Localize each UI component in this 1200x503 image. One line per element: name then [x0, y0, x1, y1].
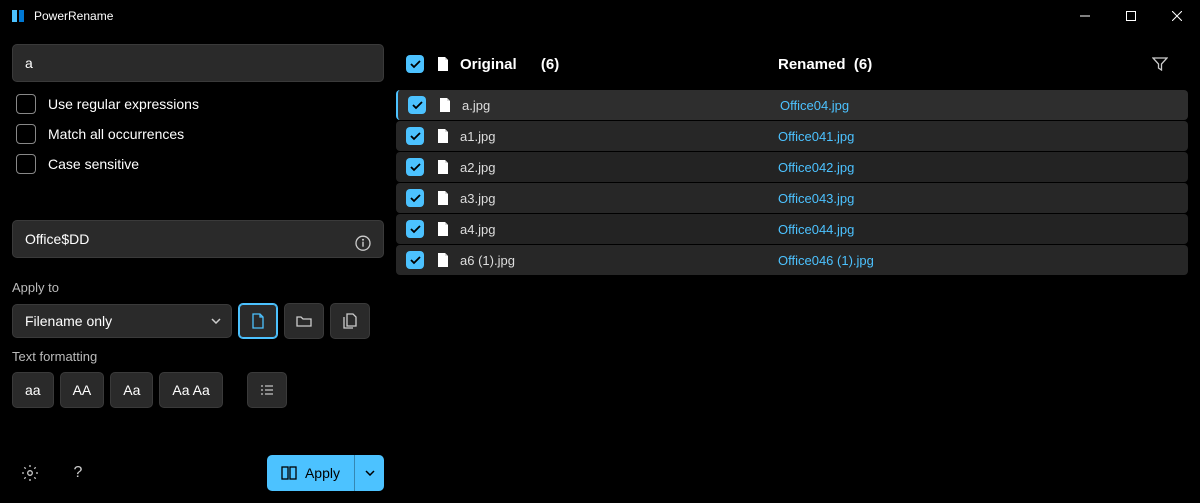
option-case-sensitive[interactable]: Case sensitive — [12, 154, 384, 174]
table-row[interactable]: a4.jpg Office044.jpg — [396, 214, 1188, 244]
help-button[interactable]: ? — [60, 455, 96, 491]
apply-button-dropdown[interactable] — [354, 455, 384, 491]
include-subfolders-toggle[interactable] — [330, 303, 370, 339]
enumerate-toggle[interactable] — [247, 372, 287, 408]
apply-to-value: Filename only — [25, 313, 112, 329]
file-renamed-name: Office041.jpg — [778, 129, 1178, 144]
include-folders-toggle[interactable] — [284, 303, 324, 339]
file-icon — [436, 128, 450, 144]
window-controls — [1062, 0, 1200, 32]
chevron-down-icon — [211, 318, 221, 324]
table-row[interactable]: a.jpg Office04.jpg — [396, 90, 1188, 120]
minimize-button[interactable] — [1062, 0, 1108, 32]
file-renamed-name: Office043.jpg — [778, 191, 1178, 206]
filter-button[interactable] — [1142, 57, 1178, 71]
file-original-name: a.jpg — [462, 98, 490, 113]
case-sensitive-checkbox[interactable] — [16, 154, 36, 174]
regex-checkbox[interactable] — [16, 94, 36, 114]
table-row[interactable]: a3.jpg Office043.jpg — [396, 183, 1188, 213]
chevron-down-icon — [365, 470, 375, 476]
include-files-toggle[interactable] — [238, 303, 278, 339]
app-title: PowerRename — [34, 9, 113, 23]
regex-label: Use regular expressions — [48, 96, 199, 112]
text-formatting-label: Text formatting — [12, 349, 384, 364]
table-header: Original (6) Renamed (6) — [396, 44, 1188, 84]
case-sensitive-label: Case sensitive — [48, 156, 139, 172]
file-icon — [436, 252, 450, 268]
file-icon — [251, 313, 265, 329]
row-checkbox[interactable] — [406, 158, 424, 176]
match-all-label: Match all occurrences — [48, 126, 184, 142]
file-icon — [436, 190, 450, 206]
settings-button[interactable] — [12, 455, 48, 491]
format-capitalize[interactable]: Aa Aa — [159, 372, 222, 408]
enumerate-icon — [259, 383, 275, 397]
file-stack-icon — [343, 313, 357, 329]
table-row[interactable]: a2.jpg Office042.jpg — [396, 152, 1188, 182]
select-all-checkbox[interactable] — [406, 55, 424, 73]
maximize-button[interactable] — [1108, 0, 1154, 32]
table-row[interactable]: a1.jpg Office041.jpg — [396, 121, 1188, 151]
renamed-header: Renamed — [778, 56, 846, 73]
file-icon — [436, 221, 450, 237]
row-checkbox[interactable] — [408, 96, 426, 114]
file-icon — [436, 56, 450, 72]
folder-icon — [296, 314, 312, 328]
app-icon — [10, 8, 26, 24]
file-icon — [438, 97, 452, 113]
file-renamed-name: Office046 (1).jpg — [778, 253, 1178, 268]
row-checkbox[interactable] — [406, 189, 424, 207]
file-original-name: a3.jpg — [460, 191, 495, 206]
file-renamed-name: Office044.jpg — [778, 222, 1178, 237]
option-match-all[interactable]: Match all occurrences — [12, 124, 384, 144]
apply-button-label: Apply — [305, 465, 340, 481]
file-original-name: a2.jpg — [460, 160, 495, 175]
option-regex[interactable]: Use regular expressions — [12, 94, 384, 114]
file-icon — [436, 159, 450, 175]
file-original-name: a4.jpg — [460, 222, 495, 237]
filter-icon — [1152, 57, 1168, 71]
search-input[interactable] — [12, 44, 384, 82]
original-count: (6) — [541, 56, 559, 73]
close-button[interactable] — [1154, 0, 1200, 32]
format-titlecase[interactable]: Aa — [110, 372, 153, 408]
row-checkbox[interactable] — [406, 127, 424, 145]
info-icon[interactable] — [354, 234, 372, 252]
file-renamed-name: Office042.jpg — [778, 160, 1178, 175]
apply-to-dropdown[interactable]: Filename only — [12, 304, 232, 338]
original-header: Original — [460, 56, 517, 73]
left-panel: Use regular expressions Match all occurr… — [12, 44, 384, 491]
renamed-count: (6) — [854, 56, 872, 73]
apply-icon — [281, 466, 297, 480]
gear-icon — [21, 464, 39, 482]
apply-button[interactable]: Apply — [267, 455, 384, 491]
file-original-name: a6 (1).jpg — [460, 253, 515, 268]
file-renamed-name: Office04.jpg — [780, 98, 1178, 113]
match-all-checkbox[interactable] — [16, 124, 36, 144]
table-row[interactable]: a6 (1).jpg Office046 (1).jpg — [396, 245, 1188, 275]
format-lowercase[interactable]: aa — [12, 372, 54, 408]
question-icon: ? — [74, 464, 83, 482]
replace-input[interactable] — [12, 220, 384, 258]
apply-button-main[interactable]: Apply — [267, 455, 354, 491]
titlebar: PowerRename — [0, 0, 1200, 32]
format-uppercase[interactable]: AA — [60, 372, 105, 408]
apply-to-label: Apply to — [12, 280, 384, 295]
row-checkbox[interactable] — [406, 220, 424, 238]
right-panel: Original (6) Renamed (6) a.jpg Office04.… — [396, 44, 1188, 491]
file-original-name: a1.jpg — [460, 129, 495, 144]
row-checkbox[interactable] — [406, 251, 424, 269]
